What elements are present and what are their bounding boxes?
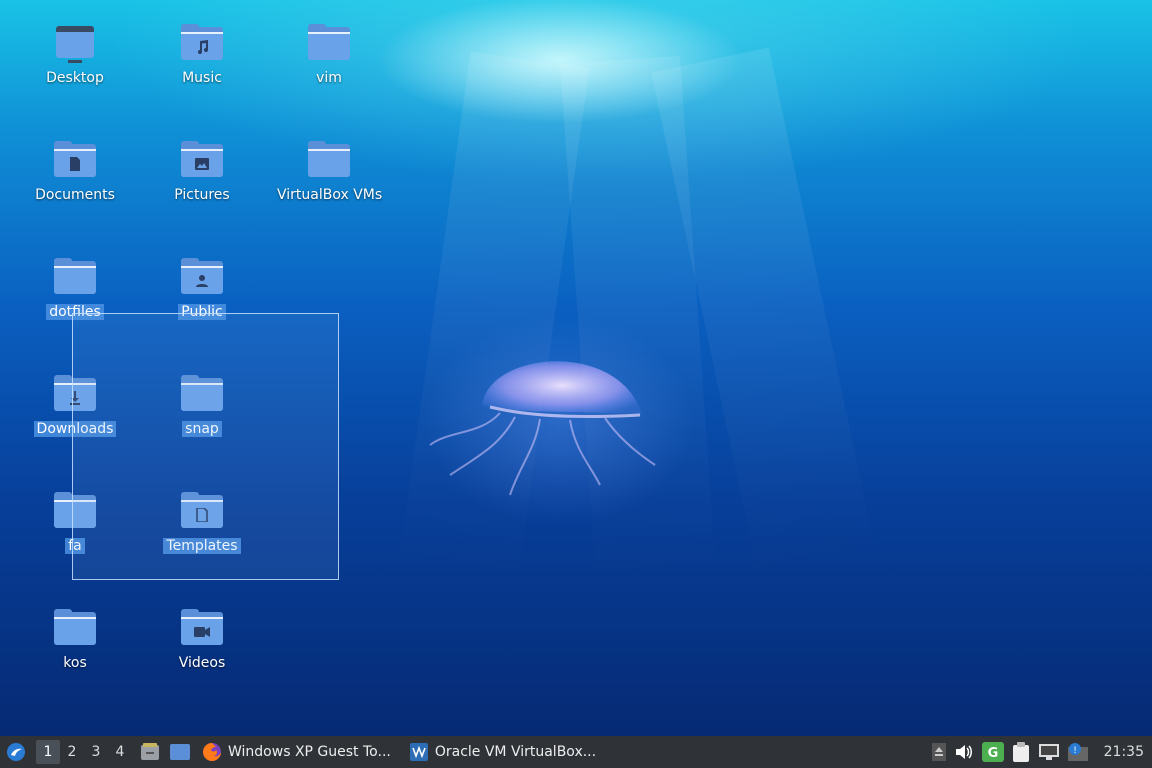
desktop-icon-desktop[interactable]: Desktop <box>20 24 130 86</box>
desktop-icon-vim[interactable]: vim <box>274 24 384 86</box>
icon-label: Videos <box>178 655 226 671</box>
desktop-icon-kos[interactable]: kos <box>20 609 130 671</box>
firefox-icon <box>203 743 221 761</box>
icon-label: Pictures <box>174 187 230 203</box>
icon-label: vim <box>316 70 342 86</box>
task-title: Windows XP Guest To... <box>228 744 391 760</box>
public-folder-icon <box>181 258 223 296</box>
workspace-2[interactable]: 2 <box>60 740 84 764</box>
virtualbox-icon <box>409 743 428 761</box>
jellyfish-image <box>429 361 656 496</box>
show-desktop-launcher[interactable] <box>164 736 196 768</box>
workspace-3[interactable]: 3 <box>84 740 108 764</box>
desktop-icon-music[interactable]: Music <box>147 24 257 86</box>
desktop-icon-videos[interactable]: Videos <box>147 609 257 671</box>
icon-label: Documents <box>35 187 115 203</box>
rubber-band-selection <box>72 313 339 580</box>
desktop-icon-public[interactable]: Public <box>147 258 257 320</box>
notification-icon[interactable]: ! <box>1067 743 1088 761</box>
task-firefox[interactable]: Windows XP Guest To... <box>196 736 397 768</box>
taskbar: 1 2 3 4 Windows XP Guest To... Oracle VM… <box>0 736 1152 768</box>
task-virtualbox[interactable]: Oracle VM VirtualBox... <box>403 736 602 768</box>
show-desktop-icon <box>170 744 190 760</box>
icon-label: Music <box>182 70 222 86</box>
gnome-updater-icon[interactable]: G <box>981 742 1004 762</box>
file-manager-icon <box>141 743 159 760</box>
desktop-folder-icon <box>54 24 96 63</box>
eject-icon[interactable] <box>931 743 946 761</box>
folder-icon <box>54 609 96 647</box>
system-tray: G ! 21:35 <box>931 742 1152 762</box>
svg-text:!: ! <box>1073 746 1077 756</box>
desktop-icon-pictures[interactable]: Pictures <box>147 141 257 203</box>
lubuntu-logo-icon <box>7 743 25 761</box>
main-menu-button[interactable] <box>0 736 32 768</box>
icon-label: VirtualBox VMs <box>277 187 383 203</box>
folder-icon <box>308 24 350 62</box>
videos-folder-icon <box>181 609 223 647</box>
folder-icon <box>54 258 96 296</box>
clock[interactable]: 21:35 <box>1104 744 1144 760</box>
file-manager-launcher[interactable] <box>132 736 164 768</box>
svg-text:G: G <box>987 746 998 761</box>
desktop-icon-dotfiles[interactable]: dotfiles <box>20 258 130 320</box>
network-icon[interactable] <box>1038 743 1060 761</box>
workspace-switcher: 1 2 3 4 <box>36 736 132 768</box>
icon-label: kos <box>63 655 87 671</box>
pictures-folder-icon <box>181 141 223 179</box>
music-folder-icon <box>181 24 223 62</box>
icon-label: Desktop <box>46 70 104 86</box>
clipboard-icon[interactable] <box>1012 742 1030 762</box>
desktop-icon-virtualbox-vms[interactable]: VirtualBox VMs <box>274 141 384 203</box>
folder-icon <box>308 141 350 179</box>
workspace-4[interactable]: 4 <box>108 740 132 764</box>
desktop-icon-documents[interactable]: Documents <box>20 141 130 203</box>
volume-icon[interactable] <box>954 743 974 761</box>
task-title: Oracle VM VirtualBox... <box>434 744 597 760</box>
workspace-1[interactable]: 1 <box>36 740 60 764</box>
documents-folder-icon <box>54 141 96 179</box>
